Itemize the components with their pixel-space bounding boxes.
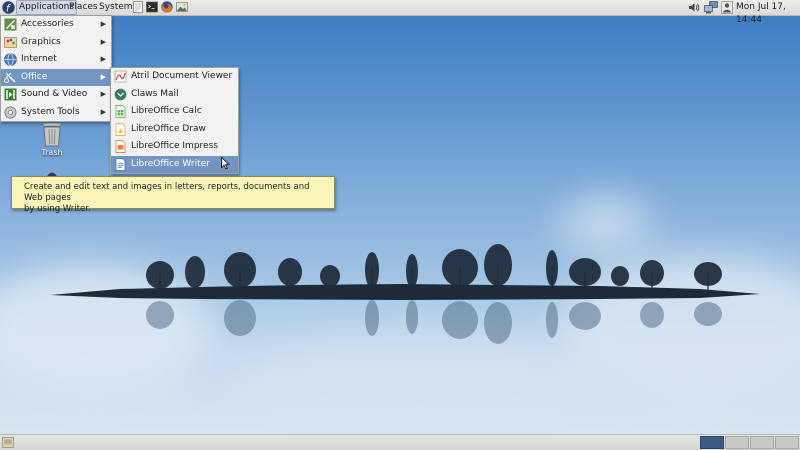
firefox-launcher-icon[interactable] bbox=[161, 1, 173, 13]
menu-item-internet[interactable]: Internet ▶ bbox=[1, 51, 111, 69]
show-desktop-icon[interactable] bbox=[2, 437, 14, 448]
submenu-arrow-icon: ▶ bbox=[100, 20, 106, 28]
menu-item-atril[interactable]: Atril Document Viewer bbox=[111, 68, 238, 86]
office-icon bbox=[4, 72, 16, 83]
libreoffice-impress-icon bbox=[115, 140, 126, 153]
tooltip-line-2: by using Writer. bbox=[24, 204, 91, 214]
office-submenu: Atril Document Viewer Claws Mail LibreOf… bbox=[110, 67, 239, 174]
tooltip-line-1: Create and edit text and images in lette… bbox=[24, 182, 310, 203]
internet-icon bbox=[4, 53, 17, 66]
workspace-3[interactable] bbox=[750, 436, 774, 449]
clock[interactable]: Mon Jul 17, 14:44 bbox=[734, 1, 800, 25]
sound-video-icon bbox=[4, 88, 17, 101]
atril-icon bbox=[114, 70, 127, 83]
submenu-arrow-icon: ▶ bbox=[100, 107, 106, 116]
menu-item-label: Graphics bbox=[21, 36, 61, 47]
terminal-launcher-icon[interactable] bbox=[146, 1, 158, 13]
submenu-arrow-icon: ▶ bbox=[100, 37, 106, 46]
graphics-icon bbox=[4, 36, 17, 48]
menu-item-label: LibreOffice Impress bbox=[131, 141, 218, 151]
menu-item-label: Sound & Video bbox=[21, 89, 88, 99]
menu-item-label: Atril Document Viewer bbox=[131, 71, 233, 81]
top-panel: f Applications Places System Mon Jul 17,… bbox=[0, 0, 800, 25]
menu-item-libreoffice-writer[interactable]: LibreOffice Writer bbox=[111, 155, 238, 173]
menu-item-label: Claws Mail bbox=[131, 88, 179, 99]
menu-item-label: System Tools bbox=[21, 106, 80, 117]
menu-item-libreoffice-calc[interactable]: LibreOffice Calc bbox=[111, 103, 238, 121]
menu-item-accessories[interactable]: Accessories ▶ bbox=[1, 16, 111, 34]
libreoffice-writer-icon bbox=[115, 157, 126, 171]
system-tools-icon bbox=[4, 106, 17, 118]
menu-item-system-tools[interactable]: System Tools ▶ bbox=[1, 104, 111, 122]
system-menu-button[interactable]: System bbox=[97, 1, 135, 14]
user-switcher-icon[interactable] bbox=[721, 1, 733, 14]
submenu-arrow-icon: ▶ bbox=[100, 55, 106, 63]
trash-icon bbox=[42, 122, 62, 147]
claws-mail-icon bbox=[114, 88, 127, 100]
places-menu-button[interactable]: Places bbox=[67, 1, 100, 14]
menu-item-label: LibreOffice Calc bbox=[131, 106, 202, 116]
menu-item-office[interactable]: Office ▶ bbox=[1, 68, 111, 86]
menu-item-sound-video[interactable]: Sound & Video ▶ bbox=[1, 86, 111, 104]
trash-label: Trash bbox=[41, 148, 63, 157]
menu-item-claws-mail[interactable]: Claws Mail bbox=[111, 86, 238, 104]
menu-item-label: Internet bbox=[21, 54, 57, 64]
menu-item-libreoffice-impress[interactable]: LibreOffice Impress bbox=[111, 138, 238, 156]
menu-item-label: LibreOffice Writer bbox=[131, 158, 210, 169]
menu-item-label: Accessories bbox=[21, 19, 74, 29]
mouse-pointer-icon bbox=[221, 157, 230, 170]
volume-icon[interactable] bbox=[688, 2, 700, 13]
image-viewer-launcher-icon[interactable] bbox=[176, 1, 188, 13]
tooltip: Create and edit text and images in lette… bbox=[11, 176, 335, 214]
submenu-arrow-icon: ▶ bbox=[100, 90, 106, 98]
workspace-1[interactable] bbox=[700, 436, 724, 449]
network-icon[interactable] bbox=[704, 1, 718, 14]
bottom-panel bbox=[0, 434, 800, 450]
workspace-2[interactable] bbox=[725, 436, 749, 449]
menu-item-graphics[interactable]: Graphics ▶ bbox=[1, 34, 111, 52]
submenu-arrow-icon: ▶ bbox=[100, 72, 106, 81]
libreoffice-draw-icon bbox=[115, 122, 126, 136]
text-editor-launcher-icon[interactable] bbox=[132, 1, 144, 13]
menu-item-label: Office bbox=[21, 71, 48, 82]
menu-item-label: LibreOffice Draw bbox=[131, 123, 206, 134]
trash-desktop-icon[interactable]: Trash bbox=[33, 121, 71, 157]
accessories-icon bbox=[4, 18, 17, 31]
libreoffice-calc-icon bbox=[115, 105, 126, 118]
applications-menu: Accessories ▶ Graphics ▶ Internet ▶ Offi… bbox=[0, 15, 112, 122]
fedora-logo-icon[interactable]: f bbox=[2, 1, 15, 14]
workspace-4[interactable] bbox=[775, 436, 799, 449]
menu-item-libreoffice-draw[interactable]: LibreOffice Draw bbox=[111, 121, 238, 139]
